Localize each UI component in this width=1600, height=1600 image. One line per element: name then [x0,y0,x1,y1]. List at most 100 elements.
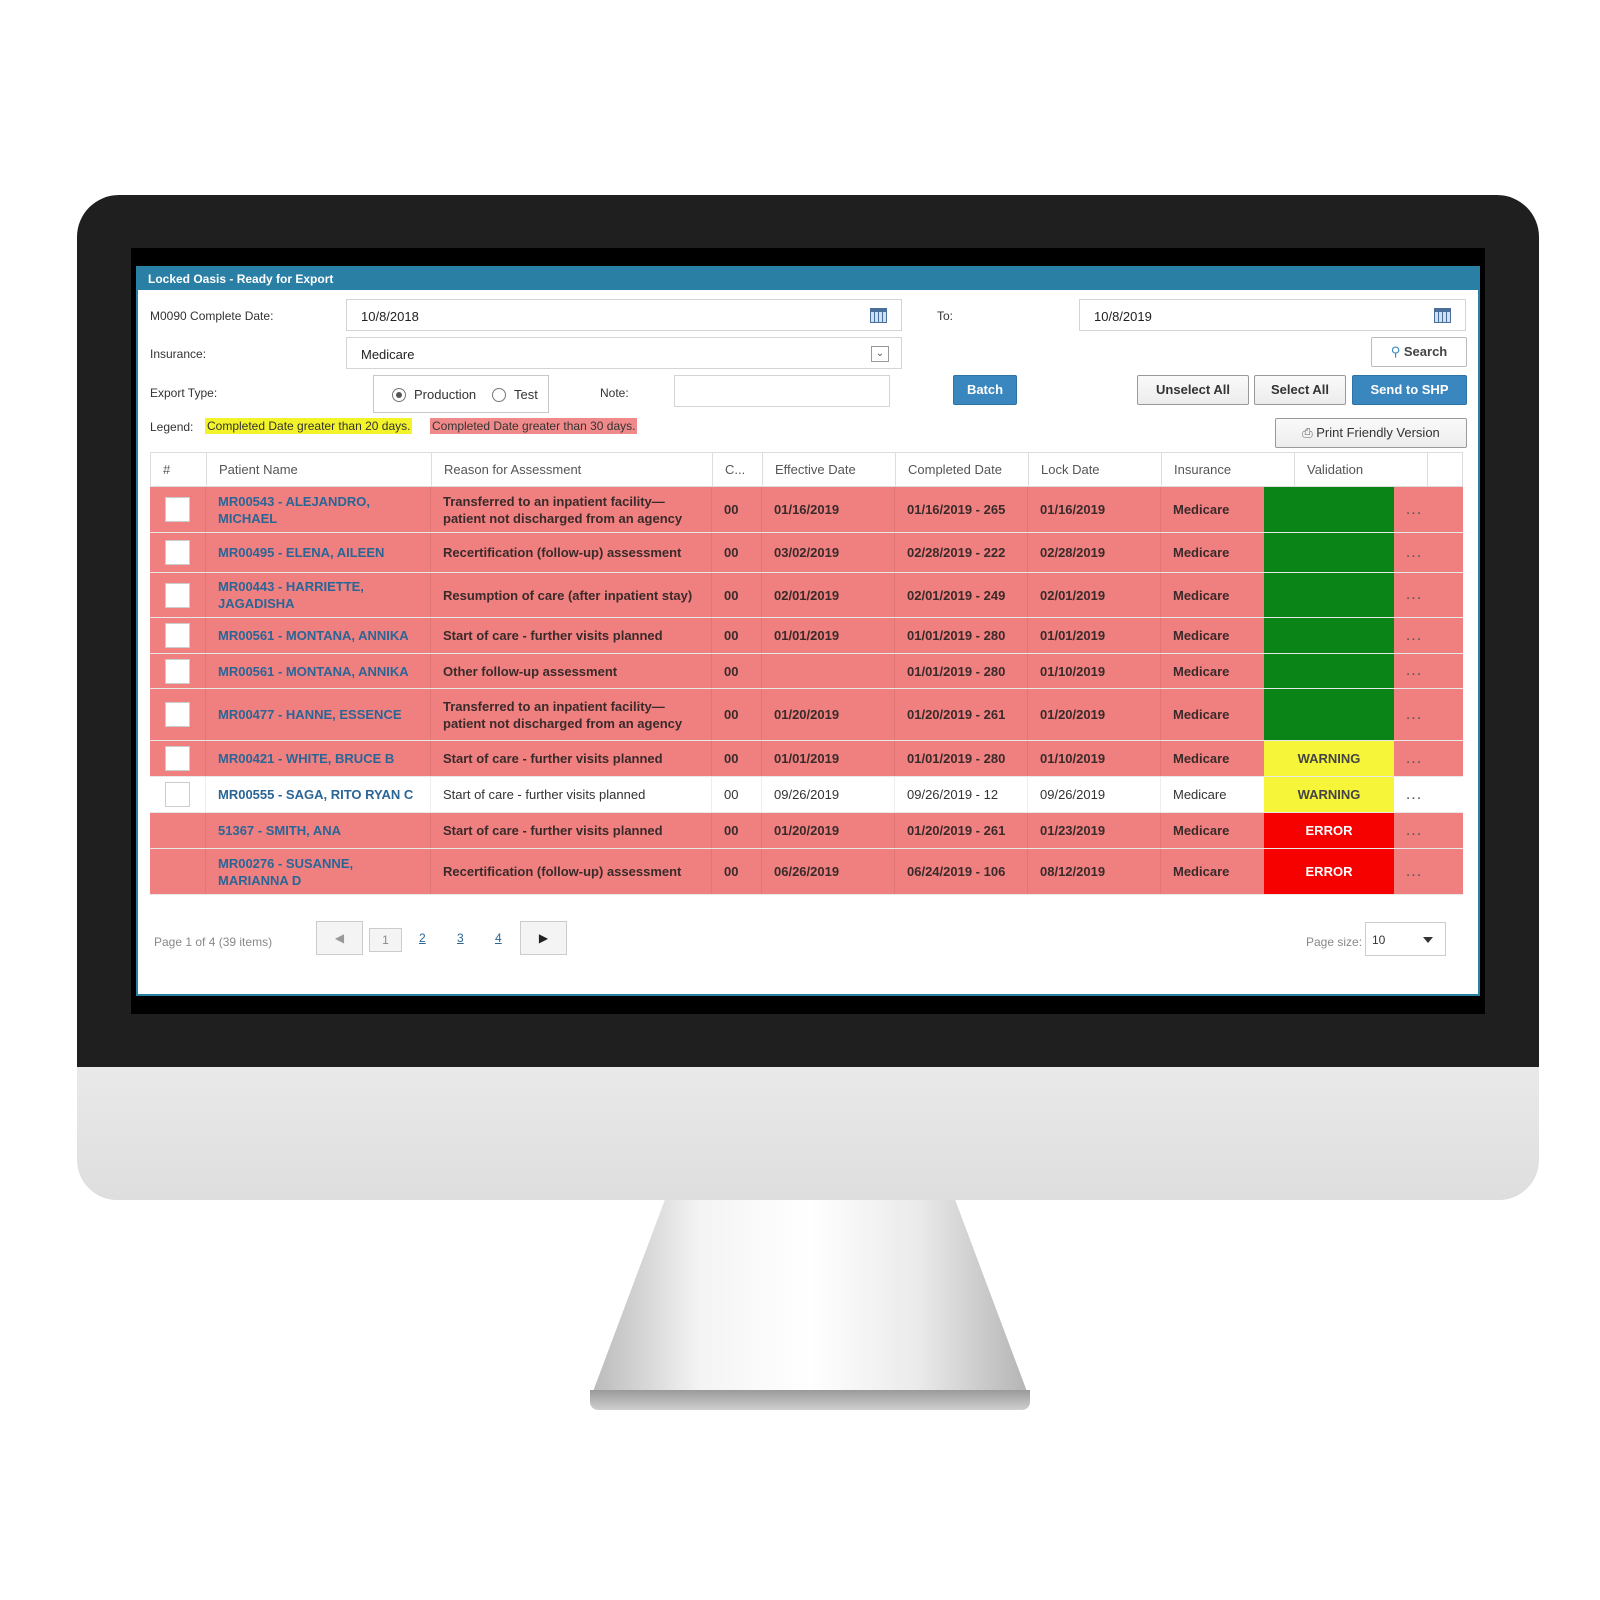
table-row[interactable]: MR00543 - ALEJANDRO, MICHAEL Transferred … [150,487,1463,533]
insurance-select[interactable]: Medicare ⌄ [346,337,902,369]
pager-page-1[interactable]: 1 [369,928,402,952]
cell-lock: 01/10/2019 [1027,741,1160,776]
caret-down-icon[interactable] [1423,937,1433,943]
row-select-cell [150,777,205,812]
header-c[interactable]: C... [712,453,762,487]
header-reason[interactable]: Reason for Assessment [431,453,712,487]
validation-status [1264,533,1394,572]
page-size-label: Page size: [1306,935,1363,949]
more-options-icon[interactable]: ... [1395,689,1433,740]
table-row[interactable]: 51367 - SMITH, ANA Start of care - furthe… [150,813,1463,849]
cell-effective: 01/01/2019 [761,618,894,653]
cell-lock: 02/01/2019 [1027,573,1160,617]
pager-page-3[interactable]: 3 [457,931,464,945]
cell-name[interactable]: MR00561 - MONTANA, ANNIKA [205,618,430,653]
row-select-cell [150,487,205,532]
pager-next-button[interactable]: ▶ [520,921,567,955]
table-row[interactable]: MR00561 - MONTANA, ANNIKA Other follow-up… [150,654,1463,689]
cell-name[interactable]: MR00421 - WHITE, BRUCE B [205,741,430,776]
pager-page-2[interactable]: 2 [419,931,426,945]
radio-test[interactable] [492,388,506,402]
cell-c: 00 [711,573,761,617]
header-completed-date[interactable]: Completed Date [895,453,1028,487]
row-select-cell [150,618,205,653]
table-row[interactable]: MR00276 - SUSANNE, MARIANNA D Recertifica… [150,849,1463,895]
row-checkbox[interactable] [165,540,190,565]
calendar-icon[interactable] [870,308,887,323]
note-input[interactable] [674,375,890,407]
print-friendly-label: Print Friendly Version [1316,425,1440,440]
page-size-select[interactable]: 10 [1365,922,1446,956]
print-friendly-button[interactable]: ⎙ Print Friendly Version [1275,418,1467,448]
batch-button[interactable]: Batch [953,375,1017,405]
select-all-button[interactable]: Select All [1254,375,1346,405]
more-options-icon[interactable]: ... [1395,741,1433,776]
row-select-cell [150,533,205,572]
cell-name[interactable]: MR00495 - ELENA, AILEEN [205,533,430,572]
row-checkbox[interactable] [165,623,190,648]
more-options-icon[interactable]: ... [1395,487,1433,532]
cell-completed: 01/01/2019 - 280 [894,741,1027,776]
row-checkbox[interactable] [165,746,190,771]
table-row[interactable]: MR00555 - SAGA, RITO RYAN C Start of care… [150,777,1463,813]
row-checkbox[interactable] [165,582,190,608]
unselect-all-button[interactable]: Unselect All [1137,375,1249,405]
table-row[interactable]: MR00443 - HARRIETTE, JAGADISHA Resumption… [150,573,1463,618]
cell-name[interactable]: MR00276 - SUSANNE, MARIANNA D [205,849,430,894]
cell-name[interactable]: MR00543 - ALEJANDRO, MICHAEL [205,487,430,532]
table-row[interactable]: MR00495 - ELENA, AILEEN Recertification (… [150,533,1463,573]
pager-page-4[interactable]: 4 [495,931,502,945]
header-insurance[interactable]: Insurance [1161,453,1294,487]
table-row[interactable]: MR00477 - HANNE, ESSENCE Transferred to a… [150,689,1463,741]
table-header: # Patient Name Reason for Assessment C..… [150,452,1463,487]
more-options-icon[interactable]: ... [1395,849,1433,894]
cell-reason: Start of care - further visits planned [430,618,711,653]
row-checkbox[interactable] [165,782,190,807]
more-options-icon[interactable]: ... [1395,654,1433,688]
to-label: To: [937,309,954,323]
cell-name[interactable]: MR00477 - HANNE, ESSENCE [205,689,430,740]
cell-lock: 08/12/2019 [1027,849,1160,894]
cell-c: 00 [711,533,761,572]
cell-reason: Other follow-up assessment [430,654,711,688]
to-date-field[interactable]: 10/8/2019 [1079,299,1466,331]
cell-name[interactable]: MR00443 - HARRIETTE, JAGADISHA [205,573,430,617]
from-date-field[interactable]: 10/8/2018 [346,299,902,331]
oasis-table: # Patient Name Reason for Assessment C..… [150,452,1463,895]
row-select-cell [150,573,205,617]
header-validation[interactable]: Validation [1294,453,1427,487]
cell-name[interactable]: MR00555 - SAGA, RITO RYAN C [205,777,430,812]
header-lock-date[interactable]: Lock Date [1028,453,1161,487]
pager-prev-button[interactable]: ◀ [316,921,363,955]
cell-lock: 01/20/2019 [1027,689,1160,740]
cell-lock: 09/26/2019 [1027,777,1160,812]
table-row[interactable]: MR00561 - MONTANA, ANNIKA Start of care -… [150,618,1463,654]
more-options-icon[interactable]: ... [1395,533,1433,572]
cell-effective: 02/01/2019 [761,573,894,617]
more-options-icon[interactable]: ... [1395,813,1433,848]
chevron-down-icon[interactable]: ⌄ [871,346,889,362]
row-checkbox[interactable] [165,658,190,684]
cell-c: 00 [711,741,761,776]
send-to-shp-button[interactable]: Send to SHP [1352,375,1467,405]
cell-reason: Recertification (follow-up) assessment [430,533,711,572]
cell-name[interactable]: 51367 - SMITH, ANA [205,813,430,848]
monitor-chin [77,1067,1539,1200]
cell-c: 00 [711,777,761,812]
more-options-icon[interactable]: ... [1395,618,1433,653]
more-options-icon[interactable]: ... [1395,777,1433,812]
validation-status [1264,487,1394,532]
table-row[interactable]: MR00421 - WHITE, BRUCE B Start of care - … [150,741,1463,777]
row-checkbox[interactable] [165,497,190,522]
search-button[interactable]: ⚲ Search [1371,337,1467,367]
export-type-label: Export Type: [150,386,218,400]
radio-production[interactable] [392,388,406,402]
header-effective-date[interactable]: Effective Date [762,453,895,487]
more-options-icon[interactable]: ... [1395,573,1433,617]
cell-effective: 01/20/2019 [761,689,894,740]
row-checkbox[interactable] [165,702,190,727]
calendar-icon[interactable] [1434,308,1451,323]
cell-completed: 06/24/2019 - 106 [894,849,1027,894]
header-patient-name[interactable]: Patient Name [206,453,431,487]
cell-name[interactable]: MR00561 - MONTANA, ANNIKA [205,654,430,688]
